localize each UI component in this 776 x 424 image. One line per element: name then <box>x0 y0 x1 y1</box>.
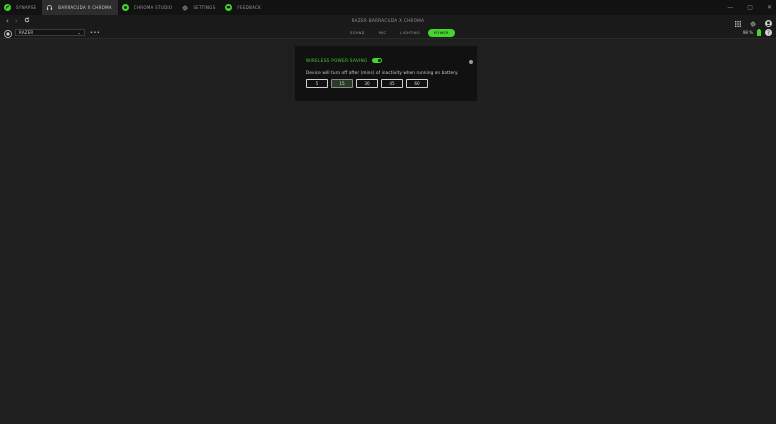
timeout-option-label: 5 <box>315 81 319 86</box>
tab-chroma-studio[interactable]: CHROMA STUDIO <box>118 0 178 15</box>
timeout-option-label: 15 <box>339 81 345 86</box>
feedback-icon <box>225 4 233 11</box>
tab-feedback[interactable]: FEEDBACK <box>221 0 267 15</box>
power-saving-heading: WIRELESS POWER SAVING <box>306 58 382 63</box>
device-selector: RAZER ⌄ ••• <box>4 28 100 38</box>
timeout-option-5[interactable]: 5 <box>306 79 328 88</box>
timeout-options: 5 15 30 45 60 <box>306 79 428 88</box>
tab-power-label: POWER <box>433 30 449 35</box>
info-icon[interactable] <box>469 49 473 68</box>
power-saving-panel: WIRELESS POWER SAVING Device will turn o… <box>295 46 477 101</box>
help-icon[interactable]: ? <box>765 28 772 37</box>
tab-mic-label: MIC <box>378 30 387 35</box>
timeout-option-30[interactable]: 30 <box>356 79 378 88</box>
timeout-option-45[interactable]: 45 <box>381 79 403 88</box>
tab-label: FEEDBACK <box>237 5 262 10</box>
tab-label: BARRACUDA X CHROMA <box>58 5 112 10</box>
battery-percent: 98 % <box>742 30 753 35</box>
close-icon[interactable]: ✕ <box>767 4 772 11</box>
more-options-icon[interactable]: ••• <box>90 30 100 36</box>
main-tabs: SOUND MIC LIGHTING POWER <box>344 28 455 37</box>
razer-logo-icon <box>4 4 11 11</box>
tab-lighting[interactable]: LIGHTING <box>394 29 426 37</box>
minimize-icon[interactable]: — <box>727 4 733 11</box>
battery-icon <box>757 28 761 37</box>
tab-sound[interactable]: SOUND <box>344 29 371 37</box>
tab-lighting-label: LIGHTING <box>400 30 420 35</box>
timeout-option-label: 60 <box>414 81 420 86</box>
chroma-icon <box>121 4 129 11</box>
profile-dropdown[interactable]: RAZER ⌄ <box>15 29 85 36</box>
title-bar: SYNAPSE BARRACUDA X CHROMA CHROMA STUDIO… <box>0 0 776 15</box>
timeout-option-60[interactable]: 60 <box>406 79 428 88</box>
profile-dropdown-value: RAZER <box>19 30 34 35</box>
timeout-option-label: 45 <box>389 81 395 86</box>
nav-bar: ‹ › <box>0 15 776 27</box>
maximize-icon[interactable]: ▢ <box>747 4 753 11</box>
headset-icon <box>46 4 53 11</box>
tab-barracuda[interactable]: BARRACUDA X CHROMA <box>42 0 118 15</box>
tab-mic[interactable]: MIC <box>373 29 393 37</box>
power-saving-title: WIRELESS POWER SAVING <box>306 58 368 63</box>
nav-right-icons <box>735 15 772 27</box>
tab-label: CHROMA STUDIO <box>133 5 173 10</box>
timeout-option-label: 30 <box>364 81 370 86</box>
profile-icon[interactable] <box>4 23 12 42</box>
power-saving-toggle[interactable] <box>371 58 382 63</box>
tab-power[interactable]: POWER <box>427 28 455 37</box>
svg-text:?: ? <box>767 30 770 36</box>
gear-icon <box>182 5 188 11</box>
refresh-icon[interactable] <box>24 17 30 25</box>
tab-settings[interactable]: SETTINGS <box>178 0 221 15</box>
tab-label: SYNAPSE <box>16 5 37 10</box>
power-saving-description: Device will turn off after (mins) of ina… <box>306 70 459 75</box>
timeout-option-15[interactable]: 15 <box>331 79 353 88</box>
tab-sound-label: SOUND <box>350 30 365 35</box>
tab-label: SETTINGS <box>193 5 216 10</box>
forward-icon[interactable]: › <box>15 17 18 25</box>
chevron-down-icon: ⌄ <box>77 30 81 35</box>
tab-synapse[interactable]: SYNAPSE <box>0 0 42 15</box>
battery-status: 98 % ? <box>743 28 772 37</box>
